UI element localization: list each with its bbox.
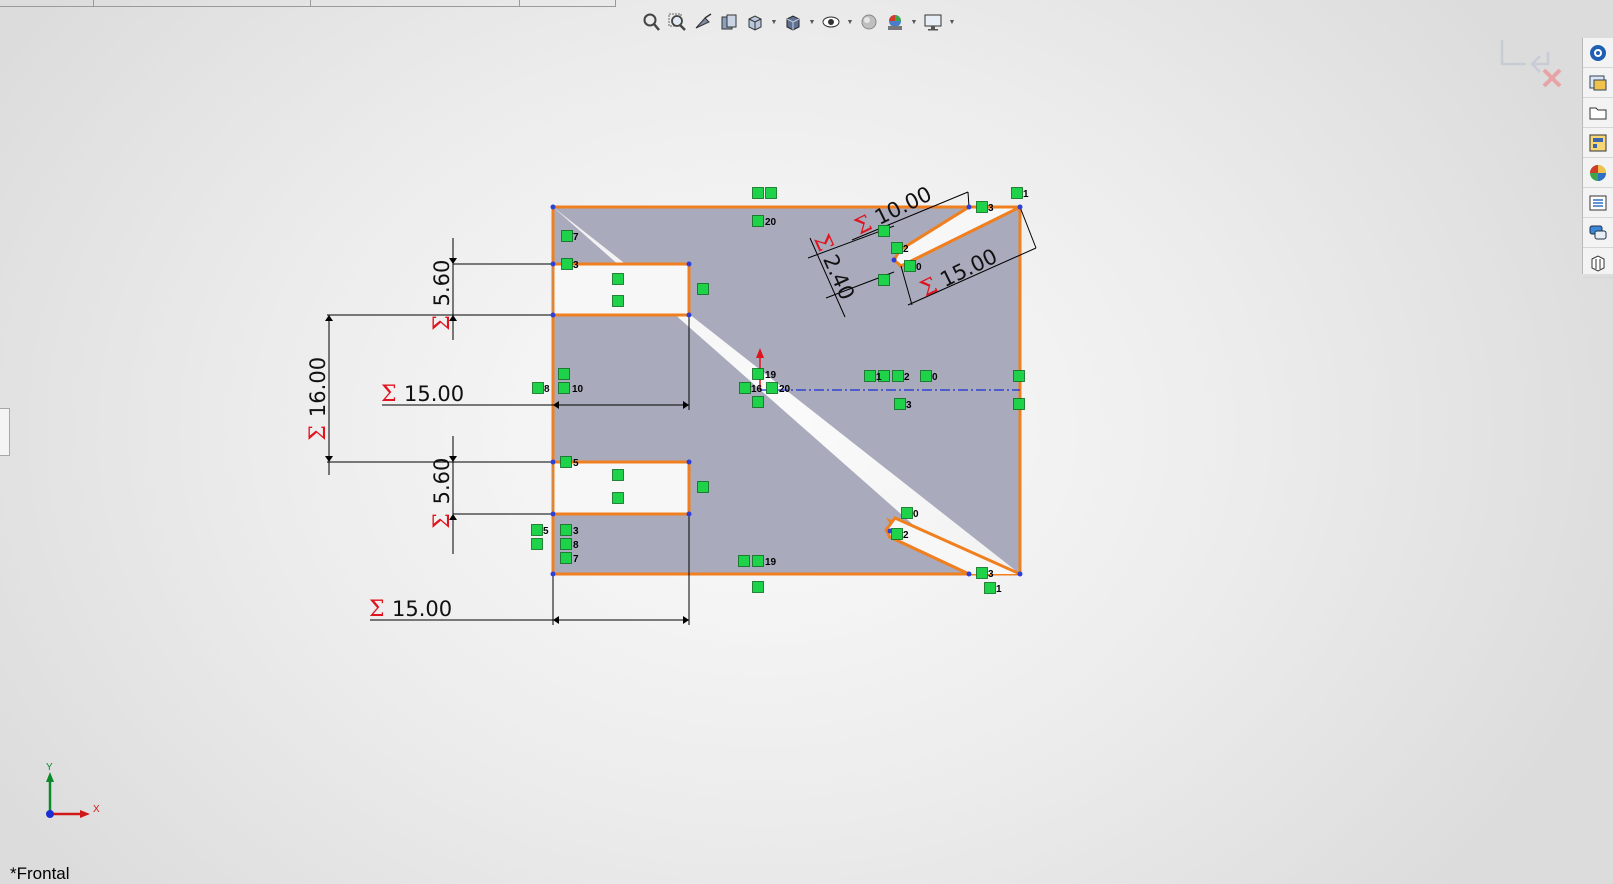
svg-text:1: 1	[876, 372, 882, 383]
svg-text:7: 7	[573, 554, 579, 565]
svg-text:20: 20	[765, 217, 777, 228]
reference-triad: Y X	[46, 762, 100, 818]
top-slot[interactable]	[551, 262, 691, 317]
svg-text:10: 10	[572, 384, 584, 395]
svg-text:3: 3	[906, 400, 912, 411]
svg-text:5.60: 5.60	[430, 260, 454, 307]
svg-text:0: 0	[932, 372, 938, 383]
dim-slot-bottom-height[interactable]: Σ 5.60	[430, 458, 455, 529]
svg-text:3: 3	[573, 526, 579, 537]
svg-text:5: 5	[543, 526, 549, 537]
svg-text:8: 8	[573, 540, 579, 551]
svg-text:3: 3	[573, 260, 579, 271]
svg-text:15.00: 15.00	[404, 382, 464, 406]
svg-text:8: 8	[544, 384, 550, 395]
graphics-area[interactable]: Σ 5.60 Σ 5.60 Σ 16.00 Σ 15.00 Σ 15.00 Σ …	[0, 0, 1613, 883]
svg-text:2: 2	[903, 530, 909, 541]
svg-text:Σ: Σ	[430, 315, 455, 331]
dim-slot-depth-bottom[interactable]: Σ 15.00	[369, 597, 452, 622]
svg-text:2: 2	[903, 244, 909, 255]
svg-text:Σ: Σ	[306, 425, 331, 441]
svg-text:5: 5	[573, 458, 579, 469]
triad-y-label: Y	[46, 762, 53, 773]
svg-text:Σ: Σ	[381, 382, 397, 407]
svg-text:1: 1	[996, 584, 1002, 595]
dim-slot-depth-top[interactable]: Σ 15.00	[381, 382, 464, 407]
triad-x-label: X	[93, 804, 100, 815]
svg-text:1: 1	[1023, 189, 1029, 200]
view-name-label: *Frontal	[10, 864, 70, 883]
svg-text:15.00: 15.00	[392, 597, 452, 621]
svg-text:7: 7	[573, 232, 579, 243]
svg-text:16: 16	[751, 384, 763, 395]
svg-text:3: 3	[988, 569, 994, 580]
svg-text:Σ: Σ	[369, 597, 385, 622]
svg-text:Σ: Σ	[430, 513, 455, 529]
svg-text:2: 2	[904, 372, 910, 383]
svg-text:3: 3	[988, 203, 994, 214]
svg-text:5.60: 5.60	[430, 458, 454, 505]
svg-text:0: 0	[916, 262, 922, 273]
dim-slot-top-height[interactable]: Σ 5.60	[430, 260, 455, 331]
svg-text:19: 19	[765, 370, 777, 381]
svg-text:16.00: 16.00	[306, 357, 330, 417]
dim-slot-spacing[interactable]: Σ 16.00	[306, 357, 331, 441]
svg-text:0: 0	[913, 509, 919, 520]
svg-text:20: 20	[779, 384, 791, 395]
svg-text:19: 19	[765, 557, 777, 568]
